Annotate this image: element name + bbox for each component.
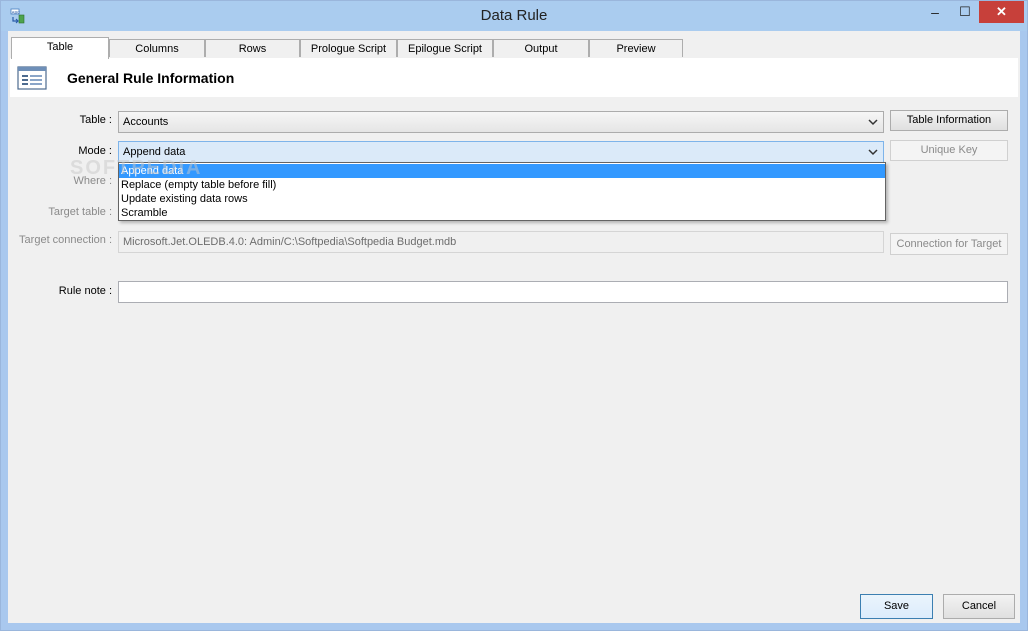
mode-label: Mode : [78, 145, 112, 157]
tab-label: Table [46, 41, 74, 53]
tab-label: Epilogue Script [408, 43, 482, 55]
tab-epilogue-script[interactable]: Epilogue Script [397, 39, 493, 57]
tab-output[interactable]: Output [493, 39, 589, 57]
tab-strip: Table Columns Rows Prologue Script Epilo… [8, 37, 1020, 59]
dialog-client-area: Table Columns Rows Prologue Script Epilo… [8, 31, 1020, 623]
tab-label: Columns [135, 43, 179, 55]
save-button[interactable]: Save [860, 594, 933, 619]
mode-option-replace[interactable]: Replace (empty table before fill) [119, 178, 885, 192]
mode-option-scramble[interactable]: Scramble [119, 206, 885, 220]
table-combobox[interactable]: Accounts [118, 111, 884, 133]
window-title: Data Rule [480, 7, 548, 24]
tab-columns[interactable]: Columns [109, 39, 205, 57]
cancel-button[interactable]: Cancel [943, 594, 1015, 619]
tab-label: Rows [238, 43, 267, 55]
connection-for-target-button[interactable]: Connection for Target [890, 233, 1008, 255]
minimize-button[interactable]: – [919, 1, 951, 23]
tab-label: Prologue Script [310, 43, 387, 55]
maximize-button[interactable]: ☐ [949, 1, 981, 23]
tab-rows[interactable]: Rows [205, 39, 300, 57]
tab-label: Preview [616, 43, 656, 55]
tab-label: Output [524, 43, 558, 55]
rule-note-label: Rule note : [58, 285, 112, 297]
chevron-down-icon [868, 119, 878, 126]
mode-option-append-data[interactable]: Append data [119, 164, 885, 178]
section-header: General Rule Information [10, 58, 1018, 97]
target-connection-field[interactable]: Microsoft.Jet.OLEDB.4.0: Admin/C:\Softpe… [118, 231, 884, 253]
data-rule-window: ABC Data Rule – ☐ ✕ Table Columns Rows P… [0, 0, 1028, 631]
title-bar[interactable]: ABC Data Rule – ☐ ✕ [1, 1, 1027, 31]
softpedia-watermark: SOFTPEDIA [70, 157, 203, 179]
target-connection-value: Microsoft.Jet.OLEDB.4.0: Admin/C:\Softpe… [123, 236, 457, 248]
section-title: General Rule Information [67, 70, 235, 86]
tab-prologue-script[interactable]: Prologue Script [300, 39, 397, 57]
close-button[interactable]: ✕ [979, 1, 1024, 23]
mode-dropdown-list: Append data Replace (empty table before … [118, 162, 886, 221]
chevron-down-icon [868, 149, 878, 156]
target-table-label: Target table : [48, 206, 112, 218]
table-value: Accounts [123, 116, 169, 128]
mode-combobox[interactable]: Append data [118, 141, 884, 163]
maximize-icon: ☐ [959, 4, 971, 19]
target-connection-label: Target connection : [19, 234, 112, 246]
form-icon [17, 66, 47, 90]
tab-preview[interactable]: Preview [589, 39, 683, 57]
mode-option-update[interactable]: Update existing data rows [119, 192, 885, 206]
unique-key-button[interactable]: Unique Key [890, 140, 1008, 161]
minimize-icon: – [931, 4, 939, 20]
table-label: Table : [79, 114, 112, 126]
close-icon: ✕ [996, 4, 1007, 19]
table-information-button[interactable]: Table Information [890, 110, 1008, 131]
tab-table[interactable]: Table [11, 37, 109, 59]
rule-note-input[interactable] [118, 281, 1008, 303]
